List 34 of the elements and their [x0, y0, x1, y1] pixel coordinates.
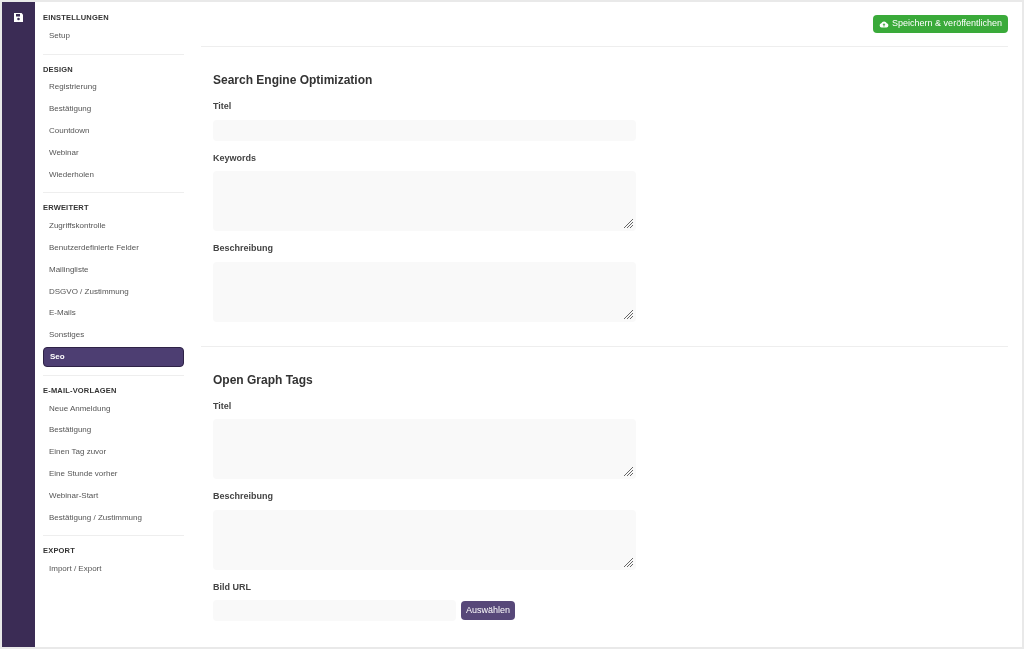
select-button[interactable]: Auswählen: [461, 601, 516, 620]
nav-item[interactable]: Import / Export: [43, 559, 184, 580]
nav-item[interactable]: E-Mails: [43, 303, 184, 324]
nav-item[interactable]: Mailingliste: [43, 259, 184, 280]
field-label: Titel: [213, 100, 233, 113]
nav-item[interactable]: Bestätigung: [43, 99, 184, 120]
resize-grip-icon[interactable]: [623, 556, 634, 568]
field-label: Titel: [213, 399, 233, 413]
resize-grip-icon[interactable]: [623, 308, 634, 320]
nav-item[interactable]: Benutzerdefinierte Felder: [43, 237, 184, 258]
nav-item[interactable]: Registrierung: [43, 77, 184, 98]
nav-item[interactable]: Zugriffskontrolle: [43, 216, 184, 237]
nav-item[interactable]: Webinar: [43, 142, 184, 163]
resize-grip-icon[interactable]: [623, 466, 634, 477]
nav-item[interactable]: Bestätigung / Zustimmung: [43, 507, 184, 528]
field-label: Beschreibung: [213, 242, 274, 255]
nav-item[interactable]: Setup: [43, 25, 184, 46]
section-title: Search Engine Optimization: [213, 72, 374, 89]
nav-item[interactable]: Countdown: [43, 121, 184, 141]
nav-item[interactable]: Webinar-Start: [43, 485, 184, 506]
nav-item[interactable]: Eine Stunde vorher: [43, 463, 184, 484]
cloud-upload-icon: [879, 20, 890, 28]
nav-item[interactable]: DSGVO / Zustimmung: [43, 281, 184, 302]
resize-grip-icon[interactable]: [623, 218, 634, 229]
nav-item[interactable]: Neue Anmeldung: [43, 398, 184, 419]
nav-item[interactable]: Seo: [43, 346, 184, 367]
nav-item[interactable]: Wiederholen: [43, 164, 184, 185]
field-label: Bild URL: [213, 580, 252, 594]
field-label: Keywords: [213, 151, 257, 165]
nav-item[interactable]: Einen Tag zuvor: [43, 442, 184, 463]
section-title: Open Graph Tags: [213, 371, 314, 389]
nav-item[interactable]: Bestätigung: [43, 420, 184, 441]
nav-item[interactable]: Sonstiges: [43, 325, 184, 346]
field-label: Beschreibung: [213, 490, 274, 503]
